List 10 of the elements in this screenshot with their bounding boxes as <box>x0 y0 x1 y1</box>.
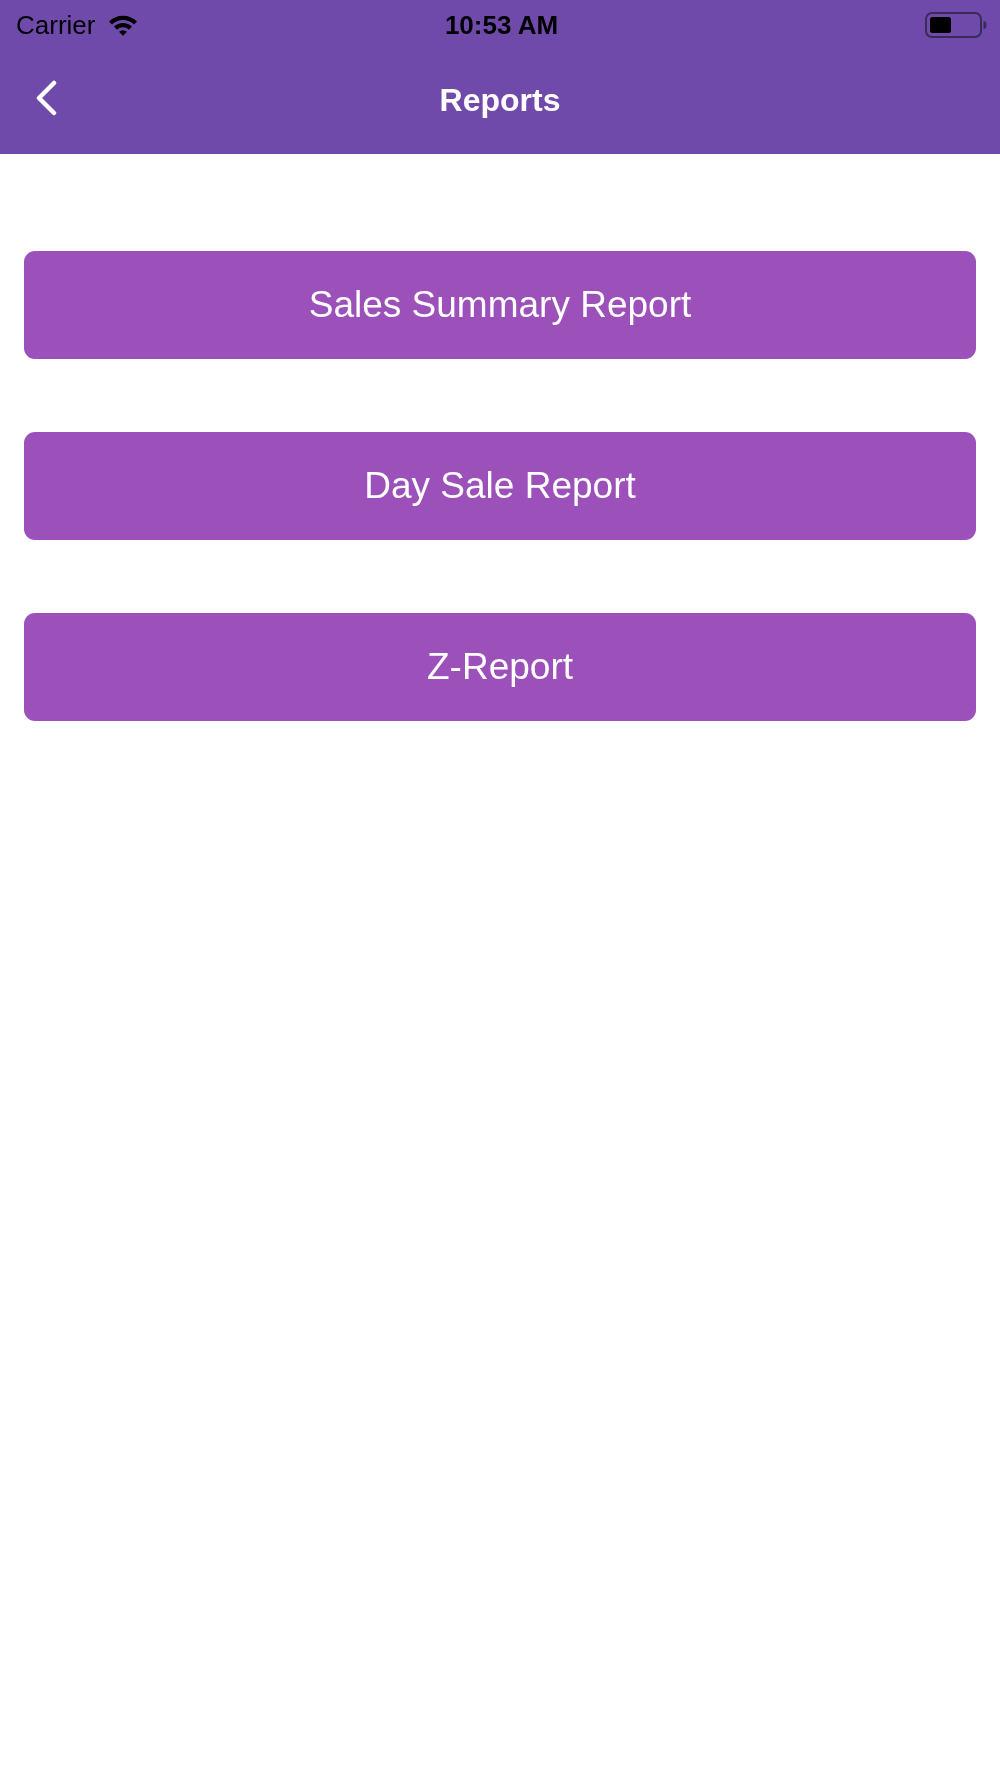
screen-title: Reports <box>439 81 561 119</box>
chevron-left-icon <box>34 80 58 116</box>
wifi-icon <box>107 13 140 37</box>
report-button[interactable]: Z-Report <box>24 613 976 721</box>
report-button[interactable]: Sales Summary Report <box>24 251 976 359</box>
back-button[interactable] <box>34 80 58 116</box>
battery-icon <box>925 12 987 38</box>
report-button[interactable]: Day Sale Report <box>24 432 976 540</box>
carrier-label: Carrier <box>16 9 96 41</box>
time-label: 10:53 AM <box>444 9 559 41</box>
